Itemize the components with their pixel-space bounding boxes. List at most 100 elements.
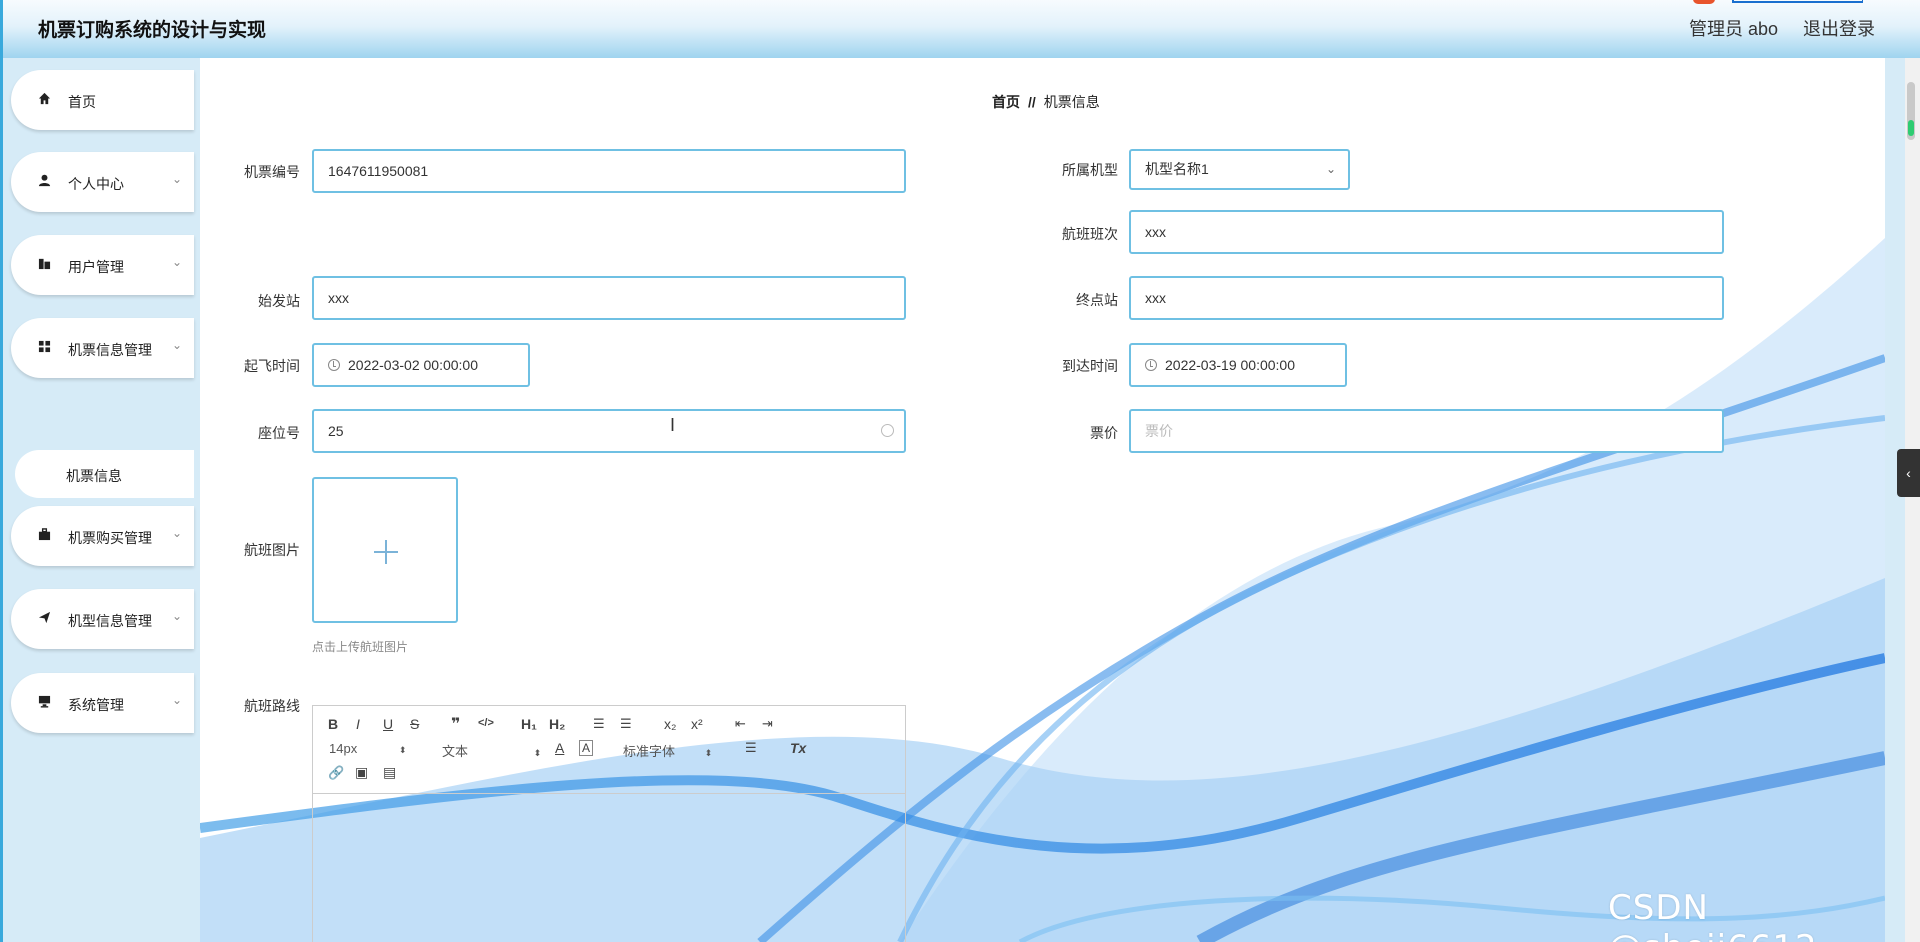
select-arrow-icon: ⬍ — [398, 745, 407, 755]
font-size-select[interactable]: 14px ⬍ — [329, 741, 406, 756]
building-icon — [38, 258, 51, 270]
rich-text-editor[interactable]: B I U S ❞ </> H₁ H₂ ☰ ☰ x₂ x² ⇤ ⇥ 14px ⬍… — [312, 705, 906, 942]
sidebar-item-ticket-info-management[interactable]: 机票信息管理 ⌄ — [11, 318, 194, 378]
flight-route-label: 航班路线 — [244, 698, 300, 714]
clear-icon[interactable] — [881, 424, 894, 437]
app-title: 机票订购系统的设计与实现 — [38, 20, 267, 41]
font-family-value: 标准字体 — [623, 744, 676, 759]
sidebar-item-label: 系统管理 — [68, 697, 124, 713]
main-content: 首页 // 机票信息 机票编号 1647611950081 始发站 xxx 起飞时间… — [200, 58, 1885, 942]
seat-no-input[interactable]: 25 — [312, 409, 906, 453]
sidebar: 首页 个人中心 ⌄ 用户管理 ⌄ 机票信息管理 ⌄ 机票信息 机票购买管理 ⌄ … — [0, 58, 200, 942]
sidebar-item-label: 机型信息管理 — [68, 613, 152, 629]
arrival-time-value: 2022-03-19 00:00:00 — [1165, 357, 1295, 373]
upload-hint: 点击上传航班图片 — [312, 640, 409, 654]
breadcrumb-home[interactable]: 首页 — [992, 94, 1020, 110]
strike-button[interactable]: S — [410, 716, 419, 732]
flight-image-label: 航班图片 — [244, 542, 300, 558]
collapse-panel-button[interactable]: ‹ — [1897, 449, 1920, 497]
background-color-icon[interactable]: A — [579, 740, 594, 756]
sidebar-item-user-management[interactable]: 用户管理 ⌄ — [11, 235, 194, 295]
arrival-time-label: 到达时间 — [1062, 358, 1118, 374]
italic-button[interactable]: I — [356, 716, 360, 732]
chevron-down-icon: ⌄ — [171, 526, 182, 540]
bullet-list-icon[interactable]: ☰ — [620, 716, 632, 732]
chevron-down-icon: ⌄ — [171, 172, 182, 186]
sidebar-subitem-label: 机票信息 — [66, 468, 122, 484]
outdent-icon[interactable]: ⇤ — [735, 716, 746, 732]
departure-time-picker[interactable]: 2022-03-02 00:00:00 — [312, 343, 530, 387]
font-family-select[interactable]: 标准字体 ⬍ — [623, 741, 712, 760]
subscript-button[interactable]: x₂ — [664, 716, 676, 732]
sidebar-item-label: 机票信息管理 — [68, 342, 152, 358]
link-icon[interactable]: 🔗 — [328, 765, 344, 781]
clock-icon — [328, 359, 340, 371]
home-icon — [38, 92, 51, 105]
align-icon[interactable]: ☰ — [745, 740, 757, 756]
origin-label: 始发站 — [258, 293, 300, 309]
breadcrumb-separator: // — [1028, 94, 1036, 110]
sidebar-item-personal-center[interactable]: 个人中心 ⌄ — [11, 152, 194, 212]
image-upload-button[interactable] — [312, 477, 458, 623]
image-icon[interactable]: ▣ — [355, 764, 368, 781]
price-input[interactable]: 票价 — [1129, 409, 1724, 453]
top-header: 机票订购系统的设计与实现 管理员 abo 退出登录 — [0, 0, 1920, 58]
superscript-button[interactable]: x² — [691, 716, 703, 732]
sidebar-item-home[interactable]: 首页 — [11, 70, 194, 130]
flight-no-input[interactable]: xxx — [1129, 210, 1724, 254]
price-label: 票价 — [1090, 425, 1118, 441]
text-style-select[interactable]: 文本 ⬍ — [442, 741, 541, 760]
scrollbar[interactable] — [1905, 58, 1920, 942]
blockquote-button[interactable]: ❞ — [451, 714, 460, 734]
select-arrow-icon: ⬍ — [533, 748, 542, 758]
watermark: CSDN @sheji6612 — [1608, 888, 1817, 942]
briefcase-icon — [38, 528, 51, 541]
flight-no-label: 航班班次 — [1062, 226, 1118, 242]
underline-button[interactable]: U — [383, 716, 393, 732]
clock-icon — [1145, 359, 1157, 371]
chevron-down-icon: ⌄ — [171, 338, 182, 352]
ordered-list-icon[interactable]: ☰ — [593, 716, 605, 732]
destination-input[interactable]: xxx — [1129, 276, 1724, 320]
sidebar-item-label: 机票购买管理 — [68, 530, 152, 546]
sidebar-item-system-management[interactable]: 系统管理 ⌄ — [11, 673, 194, 733]
aircraft-type-label: 所属机型 — [1062, 162, 1118, 178]
font-color-icon[interactable]: A — [555, 740, 564, 756]
chevron-down-icon: ⌄ — [171, 255, 182, 269]
sidebar-item-aircraft-type-management[interactable]: 机型信息管理 ⌄ — [11, 589, 194, 649]
departure-time-label: 起飞时间 — [244, 358, 300, 374]
destination-label: 终点站 — [1076, 292, 1118, 308]
chevron-down-icon: ⌄ — [171, 693, 182, 707]
monitor-icon — [38, 695, 51, 708]
h1-button[interactable]: H₁ — [521, 716, 537, 732]
sidebar-item-label: 首页 — [68, 94, 96, 110]
ticket-no-input[interactable]: 1647611950081 — [312, 149, 906, 193]
seat-no-value: 25 — [328, 423, 344, 439]
sidebar-subitem-ticket-info[interactable]: 机票信息 — [15, 450, 194, 498]
logout-link[interactable]: 退出登录 — [1803, 15, 1875, 41]
sidebar-item-label: 用户管理 — [68, 259, 124, 275]
indent-icon[interactable]: ⇥ — [762, 716, 773, 732]
current-user: 管理员 abo — [1689, 19, 1779, 39]
origin-input[interactable]: xxx — [312, 276, 906, 320]
brand-logo-icon — [1693, 0, 1863, 4]
font-size-value: 14px — [329, 741, 358, 756]
clear-format-button[interactable]: Tx — [790, 740, 806, 756]
text-cursor-icon: I — [670, 415, 676, 435]
sidebar-item-label: 个人中心 — [68, 176, 124, 192]
video-icon[interactable]: ▤ — [383, 764, 396, 781]
code-button[interactable]: </> — [478, 717, 494, 729]
sidebar-item-ticket-purchase-management[interactable]: 机票购买管理 ⌄ — [11, 506, 194, 566]
bold-button[interactable]: B — [328, 716, 338, 732]
text-style-value: 文本 — [442, 744, 469, 759]
chevron-down-icon: ⌄ — [1325, 162, 1336, 176]
h2-button[interactable]: H₂ — [549, 716, 565, 732]
arrival-time-picker[interactable]: 2022-03-19 00:00:00 — [1129, 343, 1347, 387]
aircraft-type-select[interactable]: 机型名称1 ⌄ — [1129, 149, 1350, 190]
seat-no-label: 座位号 — [258, 425, 300, 441]
plane-icon — [38, 611, 51, 624]
scroll-indicator — [1908, 120, 1914, 136]
breadcrumb-current: 机票信息 — [1043, 94, 1100, 110]
grid-icon — [38, 340, 51, 353]
departure-time-value: 2022-03-02 00:00:00 — [348, 357, 478, 373]
